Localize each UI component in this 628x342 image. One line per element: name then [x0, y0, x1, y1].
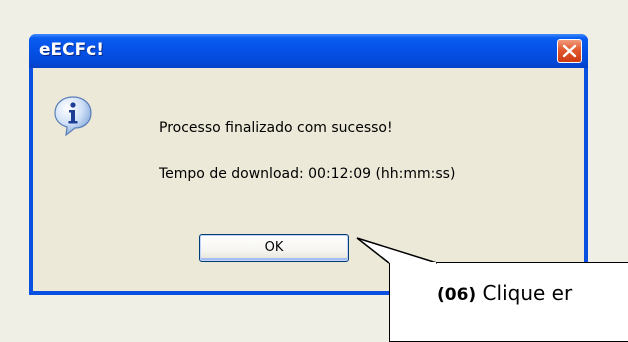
callout-pointer: [356, 237, 438, 264]
callout-instruction: Clique er: [476, 281, 573, 305]
callout-step-number: (06): [437, 285, 477, 305]
callout-text: (06) Clique er: [437, 281, 572, 305]
